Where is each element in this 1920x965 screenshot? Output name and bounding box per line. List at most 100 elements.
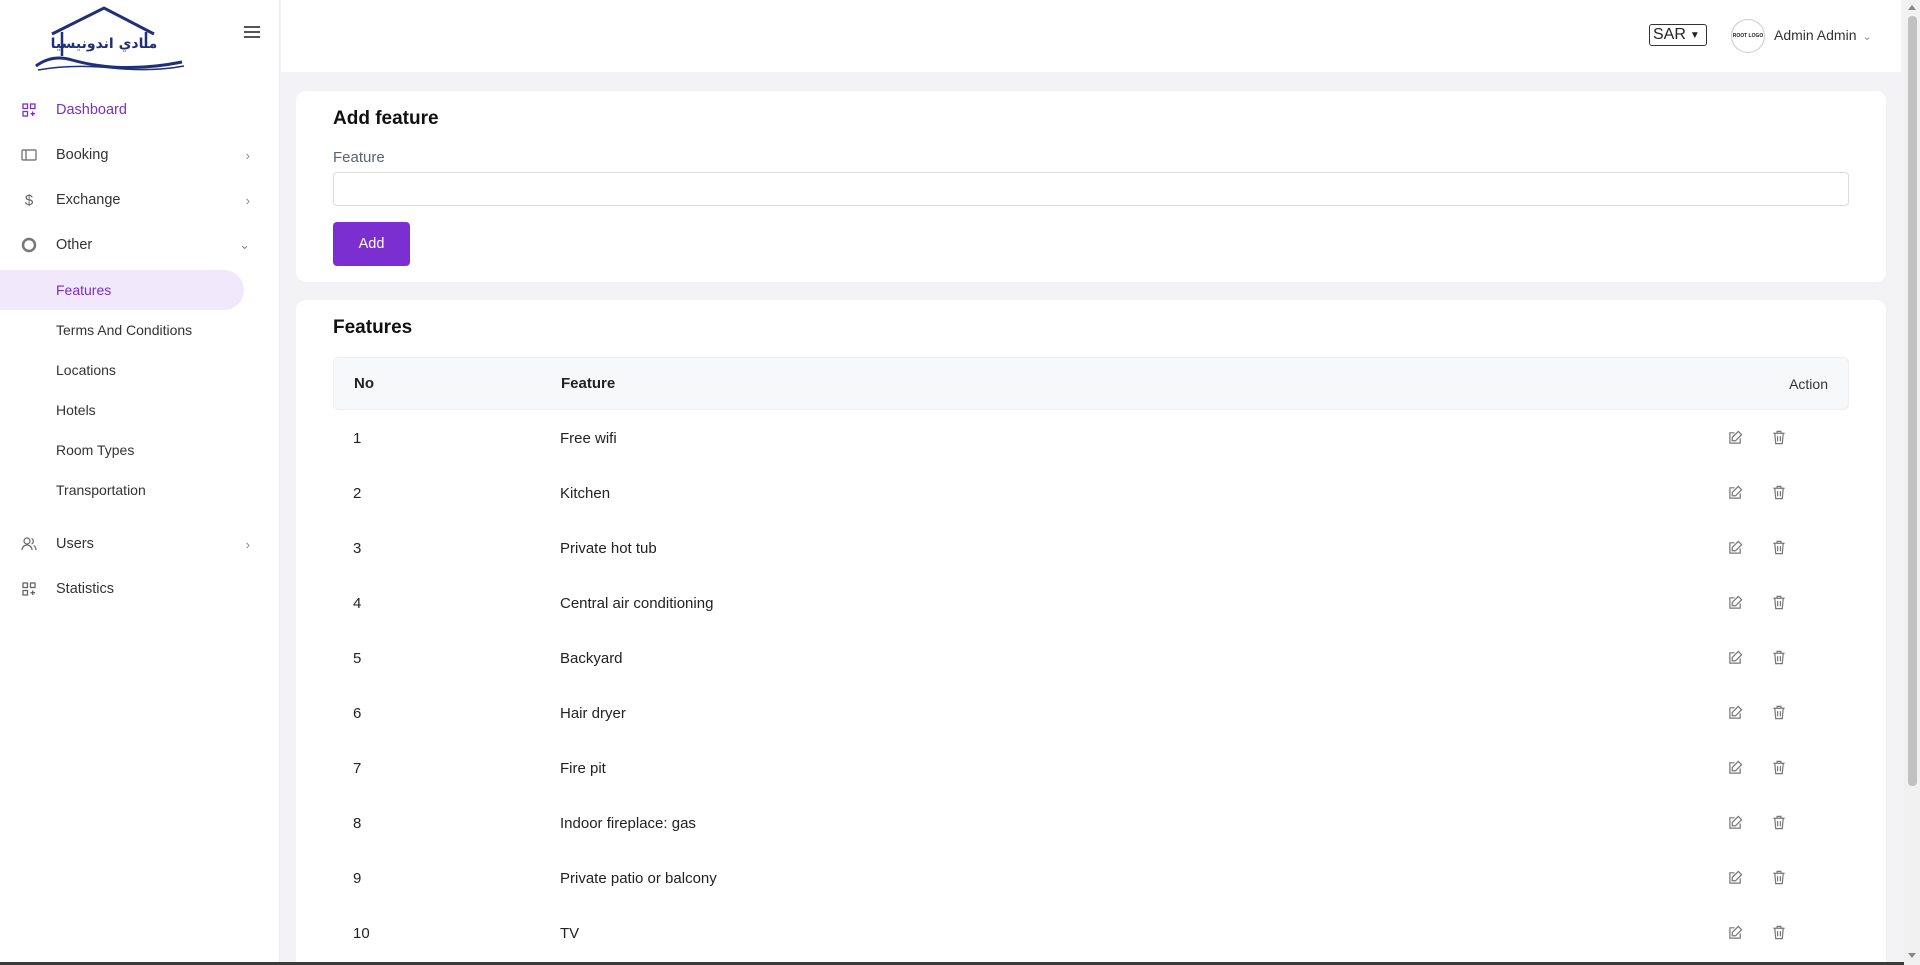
page-scrollbar[interactable] bbox=[1904, 0, 1920, 965]
edit-icon[interactable] bbox=[1725, 757, 1745, 777]
features-table-card: Features No Feature Action 1 Free wifi 2 Ki… bbox=[296, 300, 1886, 965]
sidebar-item-label: Dashboard bbox=[56, 102, 127, 118]
cell-feature: Free wifi bbox=[560, 430, 617, 447]
table-row: 7 Fire pit bbox=[333, 741, 1849, 796]
delete-icon[interactable] bbox=[1769, 537, 1789, 557]
delete-icon[interactable] bbox=[1769, 482, 1789, 502]
edit-icon[interactable] bbox=[1725, 812, 1745, 832]
users-icon bbox=[20, 535, 38, 553]
table-row: 8 Indoor fireplace: gas bbox=[333, 796, 1849, 851]
sidebar-item-booking[interactable]: Booking › bbox=[0, 135, 260, 175]
edit-icon[interactable] bbox=[1725, 482, 1745, 502]
cell-feature: Central air conditioning bbox=[560, 595, 714, 612]
cell-no: 9 bbox=[353, 870, 362, 887]
edit-icon[interactable] bbox=[1725, 537, 1745, 557]
circle-icon bbox=[20, 236, 38, 254]
cell-feature: Backyard bbox=[560, 650, 623, 667]
chevron-down-icon: ⌄ bbox=[239, 237, 250, 252]
sidebar-subitem-label: Features bbox=[56, 282, 112, 298]
chevron-right-icon: › bbox=[245, 147, 250, 163]
company-logo[interactable]: مـادي اندونيسيا bbox=[32, 4, 187, 74]
scroll-up-arrow-icon[interactable] bbox=[1908, 5, 1916, 10]
sidebar-subitem-hotels[interactable]: Hotels bbox=[0, 390, 244, 430]
sidebar-item-label: Other bbox=[56, 237, 93, 253]
chevron-right-icon: › bbox=[245, 536, 250, 552]
cell-feature: Fire pit bbox=[560, 760, 606, 777]
delete-icon[interactable] bbox=[1769, 757, 1789, 777]
table-header: No Feature Action bbox=[333, 357, 1849, 410]
cell-no: 3 bbox=[353, 540, 362, 557]
add-feature-title: Add feature bbox=[333, 108, 439, 129]
cell-feature: Private patio or balcony bbox=[560, 870, 717, 887]
cell-feature: Indoor fireplace: gas bbox=[560, 815, 696, 832]
column-header-no: No bbox=[354, 375, 374, 392]
sidebar-item-other[interactable]: Other ⌄ bbox=[0, 225, 260, 265]
table-row: 10 TV bbox=[333, 906, 1849, 961]
logo-text: مـادي اندونيسيا bbox=[51, 36, 158, 53]
edit-icon[interactable] bbox=[1725, 647, 1745, 667]
delete-icon[interactable] bbox=[1769, 427, 1789, 447]
edit-icon[interactable] bbox=[1725, 592, 1745, 612]
table-row: 6 Hair dryer bbox=[333, 686, 1849, 741]
sidebar-item-statistics[interactable]: Statistics bbox=[0, 569, 260, 609]
user-menu[interactable]: Admin Admin ⌄ bbox=[1774, 27, 1872, 43]
sidebar-subitem-terms[interactable]: Terms And Conditions bbox=[0, 310, 244, 350]
sidebar-item-users[interactable]: Users › bbox=[0, 524, 260, 564]
currency-select[interactable]: SAR ▼ bbox=[1649, 24, 1707, 46]
table-row: 9 Private patio or balcony bbox=[333, 851, 1849, 906]
features-table-title: Features bbox=[333, 317, 413, 338]
cell-no: 5 bbox=[353, 650, 362, 667]
scroll-down-arrow-icon[interactable] bbox=[1908, 953, 1916, 958]
cell-feature: Hair dryer bbox=[560, 705, 626, 722]
add-button[interactable]: Add bbox=[333, 222, 410, 266]
top-bar: SAR ▼ ROOT LOGO Admin Admin ⌄ bbox=[281, 0, 1901, 72]
sidebar-subitem-locations[interactable]: Locations bbox=[0, 350, 244, 390]
table-row: 1 Free wifi bbox=[333, 411, 1849, 466]
statistics-icon bbox=[20, 580, 38, 598]
delete-icon[interactable] bbox=[1769, 867, 1789, 887]
sidebar-item-label: Statistics bbox=[56, 581, 115, 597]
delete-icon[interactable] bbox=[1769, 592, 1789, 612]
cell-no: 8 bbox=[353, 815, 362, 832]
edit-icon[interactable] bbox=[1725, 702, 1745, 722]
scroll-thumb[interactable] bbox=[1908, 16, 1917, 786]
edit-icon[interactable] bbox=[1725, 867, 1745, 887]
avatar[interactable]: ROOT LOGO bbox=[1731, 19, 1765, 53]
table-row: 5 Backyard bbox=[333, 631, 1849, 686]
cell-no: 2 bbox=[353, 485, 362, 502]
delete-icon[interactable] bbox=[1769, 922, 1789, 942]
delete-icon[interactable] bbox=[1769, 702, 1789, 722]
delete-icon[interactable] bbox=[1769, 647, 1789, 667]
table-row: 4 Central air conditioning bbox=[333, 576, 1849, 631]
table-row: 3 Private hot tub bbox=[333, 521, 1849, 576]
edit-icon[interactable] bbox=[1725, 922, 1745, 942]
feature-field-label: Feature bbox=[333, 149, 385, 166]
sidebar-item-dashboard[interactable]: Dashboard bbox=[0, 90, 260, 130]
sidebar: مـادي اندونيسيا Dashboard Booking › $ Ex… bbox=[0, 0, 280, 965]
sidebar-item-label: Booking bbox=[56, 147, 109, 163]
ticket-icon bbox=[20, 146, 38, 164]
sidebar-subitem-label: Locations bbox=[56, 362, 116, 378]
sidebar-subitem-room-types[interactable]: Room Types bbox=[0, 430, 244, 470]
chevron-right-icon: › bbox=[245, 192, 250, 208]
feature-input[interactable] bbox=[333, 172, 1849, 206]
sidebar-subitem-label: Terms And Conditions bbox=[56, 322, 193, 338]
sidebar-subitem-features[interactable]: Features bbox=[0, 270, 244, 310]
sidebar-item-exchange[interactable]: $ Exchange › bbox=[0, 180, 260, 220]
add-feature-card: Add feature Feature Add bbox=[296, 91, 1886, 282]
menu-toggle-icon[interactable] bbox=[244, 26, 260, 40]
sidebar-subitem-label: Room Types bbox=[56, 442, 135, 458]
sidebar-item-label: Exchange bbox=[56, 192, 121, 208]
cell-no: 4 bbox=[353, 595, 362, 612]
delete-icon[interactable] bbox=[1769, 812, 1789, 832]
chevron-down-icon: ⌄ bbox=[1862, 31, 1872, 43]
sidebar-subitem-label: Transportation bbox=[56, 482, 146, 498]
cell-no: 6 bbox=[353, 705, 362, 722]
edit-icon[interactable] bbox=[1725, 427, 1745, 447]
cell-feature: Kitchen bbox=[560, 485, 611, 502]
cell-no: 1 bbox=[353, 430, 362, 447]
dollar-icon: $ bbox=[24, 191, 34, 209]
cell-feature: TV bbox=[560, 925, 580, 942]
sidebar-subitem-transportation[interactable]: Transportation bbox=[0, 470, 244, 510]
dashboard-icon bbox=[20, 101, 38, 119]
